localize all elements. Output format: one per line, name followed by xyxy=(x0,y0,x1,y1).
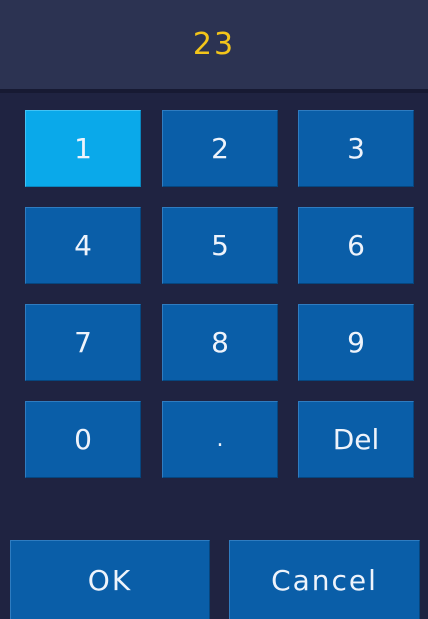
key-0[interactable]: 0 xyxy=(25,401,141,478)
numeric-keypad-screen: 23 1 2 3 4 5 6 7 8 9 0 . Del OK Cancel xyxy=(0,0,428,619)
key-9[interactable]: 9 xyxy=(298,304,414,381)
display-divider xyxy=(0,89,428,93)
display-value: 23 xyxy=(192,27,236,62)
delete-button[interactable]: Del xyxy=(298,401,414,478)
key-1[interactable]: 1 xyxy=(25,110,141,187)
key-decimal-point[interactable]: . xyxy=(162,401,278,478)
key-4[interactable]: 4 xyxy=(25,207,141,284)
key-2[interactable]: 2 xyxy=(162,110,278,187)
action-bar: OK Cancel xyxy=(0,540,428,619)
value-display: 23 xyxy=(0,0,428,89)
key-8[interactable]: 8 xyxy=(162,304,278,381)
key-7[interactable]: 7 xyxy=(25,304,141,381)
key-5[interactable]: 5 xyxy=(162,207,278,284)
ok-button[interactable]: OK xyxy=(10,540,210,619)
keypad: 1 2 3 4 5 6 7 8 9 0 . Del xyxy=(25,110,415,486)
cancel-button[interactable]: Cancel xyxy=(229,540,420,619)
key-3[interactable]: 3 xyxy=(298,110,414,187)
key-6[interactable]: 6 xyxy=(298,207,414,284)
